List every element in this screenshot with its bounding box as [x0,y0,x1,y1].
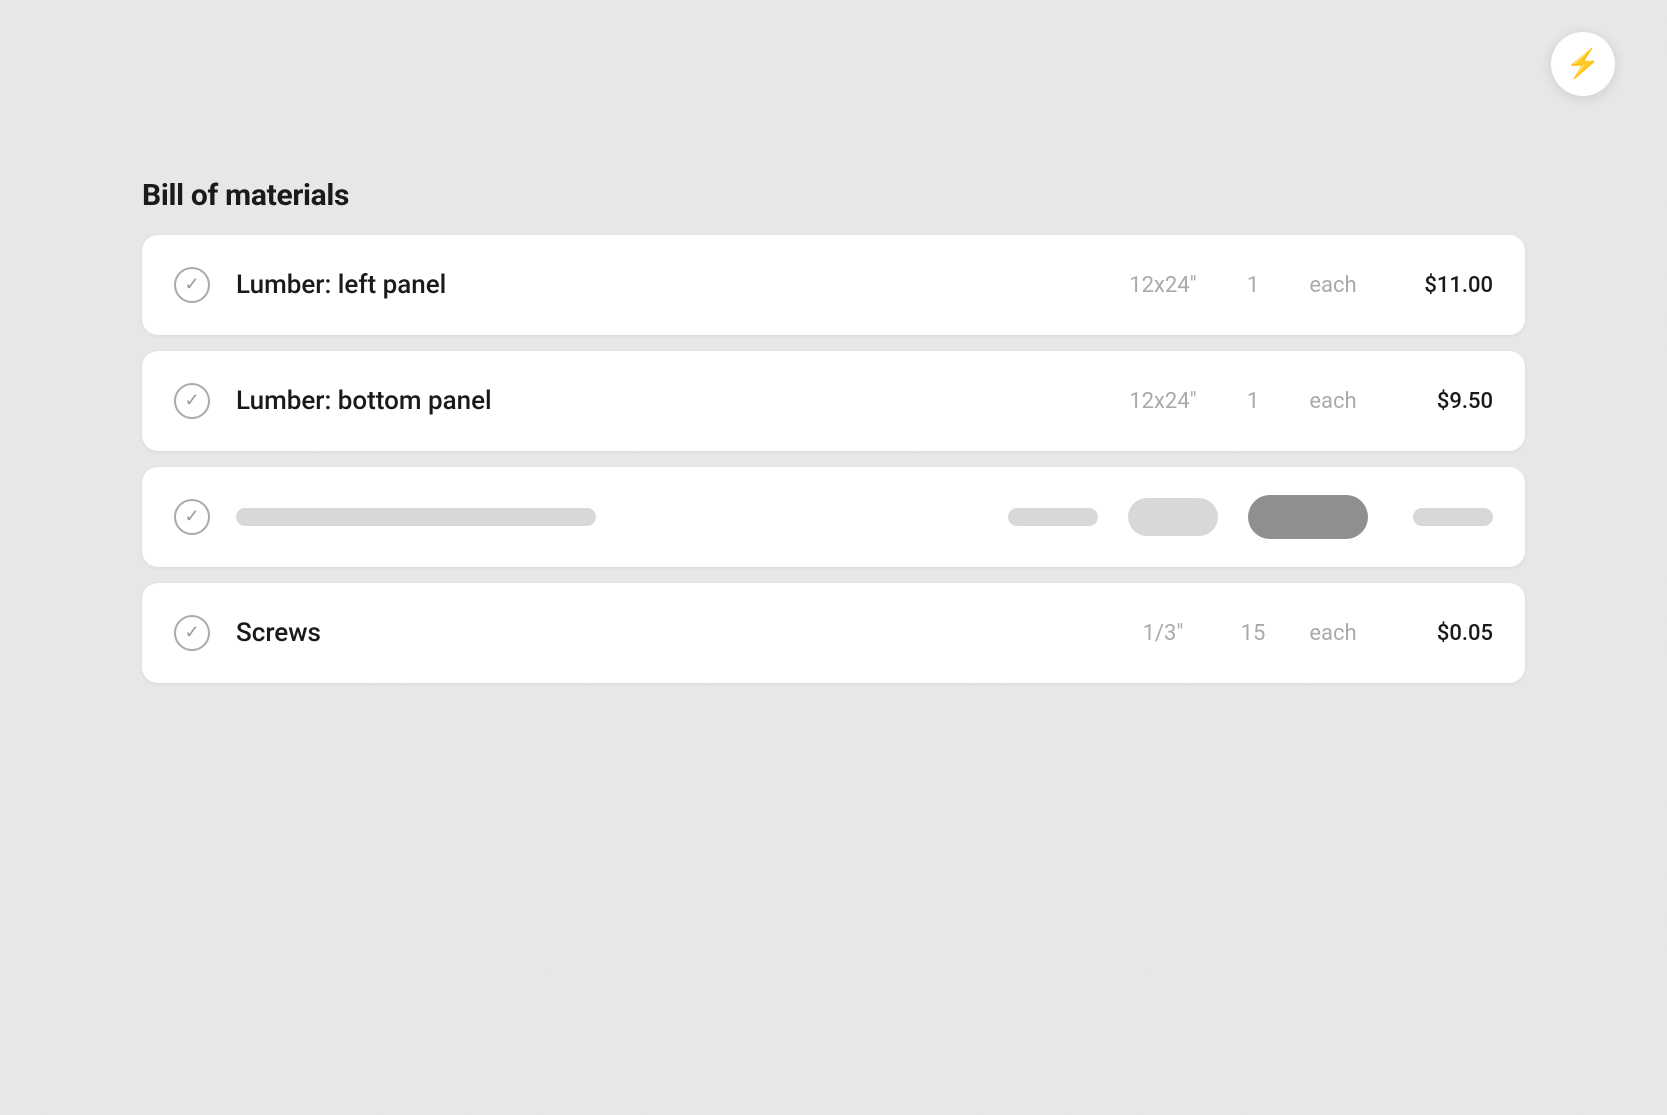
main-container: Bill of materials ✓ Lumber: left panel 1… [142,178,1525,699]
item-unit-1: each [1283,389,1383,414]
skeleton-unit-area [1233,495,1383,539]
item-qty-0: 1 [1223,273,1283,298]
skeleton-unit-pill [1248,495,1368,539]
skeleton-qty-area [1113,498,1233,536]
item-name-3: Screws [236,618,1103,648]
skeleton-dim-bar [1008,508,1098,526]
skeleton-price-area [1383,508,1493,526]
list-item: ✓ Screws 1/3" 15 each $0.05 [142,583,1525,683]
item-name-0: Lumber: left panel [236,270,1103,300]
skeleton-dim-area [993,508,1113,526]
skeleton-qty-pill [1128,498,1218,536]
item-dimension-1: 12x24" [1103,389,1223,414]
check-icon-1: ✓ [184,392,199,410]
check-button-2[interactable]: ✓ [174,499,210,535]
item-dimension-0: 12x24" [1103,273,1223,298]
item-price-3: $0.05 [1383,621,1493,646]
check-button-0[interactable]: ✓ [174,267,210,303]
item-price-0: $11.00 [1383,273,1493,298]
list-item-loading: ✓ [142,467,1525,567]
list-item: ✓ Lumber: bottom panel 12x24" 1 each $9.… [142,351,1525,451]
item-unit-0: each [1283,273,1383,298]
check-icon-3: ✓ [184,624,199,642]
skeleton-name-area [236,508,993,526]
item-name-1: Lumber: bottom panel [236,386,1103,416]
item-price-1: $9.50 [1383,389,1493,414]
page: ⚡ Bill of materials ✓ Lumber: left panel… [0,0,1667,1115]
lightning-icon: ⚡ [1566,50,1601,78]
skeleton-name-bar [236,508,596,526]
list-item: ✓ Lumber: left panel 12x24" 1 each $11.0… [142,235,1525,335]
check-button-1[interactable]: ✓ [174,383,210,419]
item-qty-3: 15 [1223,621,1283,646]
check-button-3[interactable]: ✓ [174,615,210,651]
skeleton-price-bar [1413,508,1493,526]
lightning-button[interactable]: ⚡ [1551,32,1615,96]
page-title: Bill of materials [142,178,1525,213]
check-icon-2: ✓ [184,508,199,526]
item-dimension-3: 1/3" [1103,621,1223,646]
item-qty-1: 1 [1223,389,1283,414]
item-unit-3: each [1283,621,1383,646]
check-icon-0: ✓ [184,276,199,294]
